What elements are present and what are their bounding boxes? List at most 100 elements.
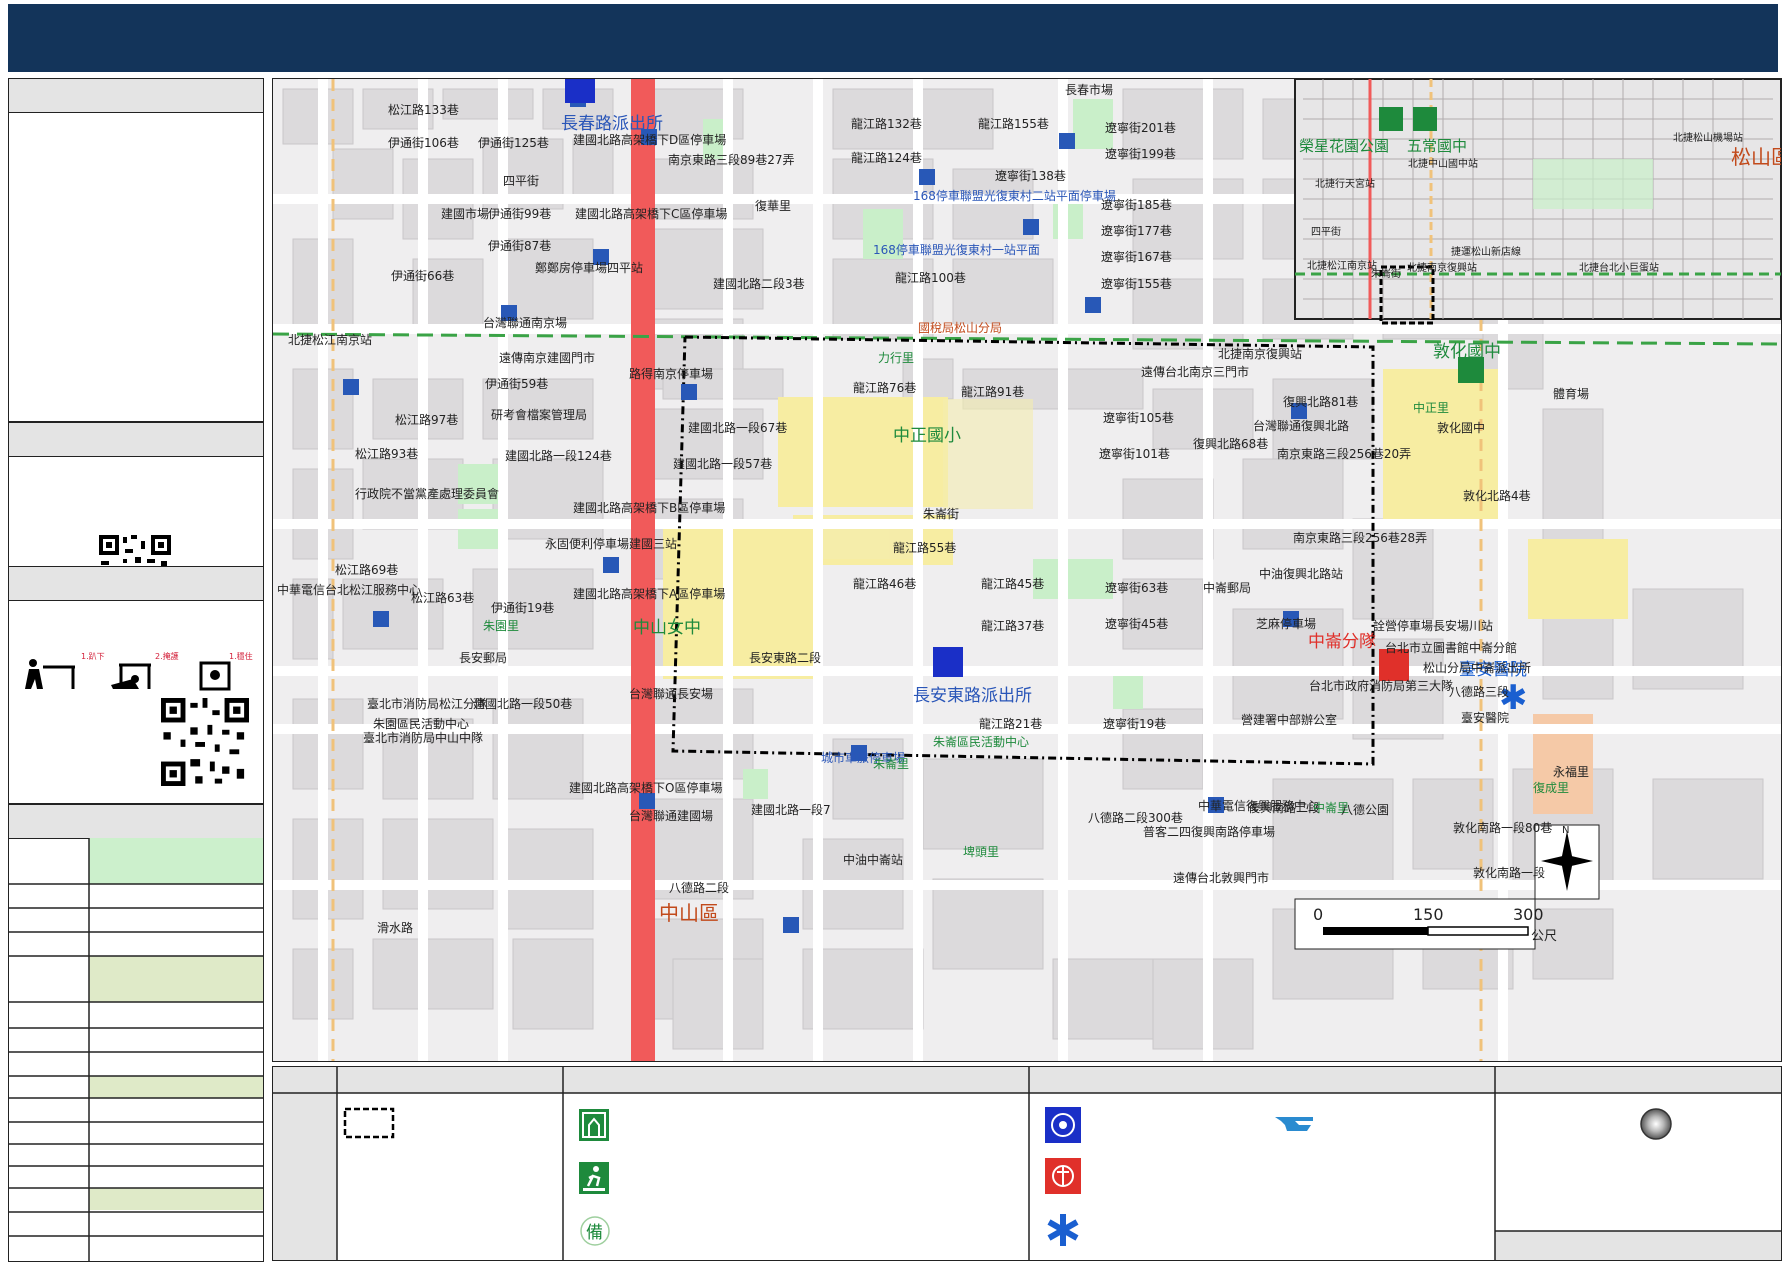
street-label: 朱崙街 [923, 507, 960, 521]
street-label: 朱園里 [483, 619, 520, 633]
street-label: 建國北路高架橋下D區停車場 [573, 133, 727, 147]
street-label: 建國市場 [441, 207, 490, 221]
info-panel [8, 78, 264, 422]
street-label: 復興北路68巷 [1193, 437, 1269, 451]
street-label: 中油中崙站 [843, 853, 904, 867]
street-label: 台灣聯通建國場 [629, 809, 714, 823]
street-label: 遼寧街63巷 [1105, 581, 1169, 595]
street-label: 八德公園 [1341, 803, 1390, 817]
helipad-icon [1275, 1117, 1313, 1131]
info-panel-title [9, 79, 263, 113]
street-label: 敦化南路一段80巷 [1453, 821, 1553, 835]
reserve-shelter-icon: 備 [580, 1216, 610, 1246]
scale-unit: 公尺 [1531, 929, 1558, 944]
inset-label-wuchang: 五常國中 [1407, 137, 1468, 155]
street-label: 建國北路一段57巷 [673, 457, 773, 471]
police-icon [1045, 1107, 1081, 1143]
street-label: 國稅局松山分局 [918, 321, 1003, 335]
street-label: 中崙郵局 [1203, 581, 1252, 595]
inset-label: 朱崙街 [1371, 269, 1401, 280]
street-label: 遠傳南京建國門市 [499, 351, 596, 365]
zhongzheng-elementary-label[interactable]: 中正國小 [893, 421, 961, 446]
street-label: 行政院不當黨產處理委員會 [355, 487, 500, 501]
map-canvas[interactable]: ✱ 中山區 松山區 長春路派出所 長安東路派出所 中正國小 中山女中 敦化國中 … [272, 78, 1782, 1062]
street-label: 敦化國中 [1437, 421, 1486, 435]
street-label: 台灣聯通長安場 [629, 687, 714, 701]
inset-label: 北捷松山機場站 [1673, 133, 1743, 144]
street-label: 中油復興北路站 [1259, 567, 1344, 581]
street-label: 遼寧街45巷 [1105, 617, 1169, 631]
inset-label: 北捷中山國中站 [1408, 159, 1478, 170]
street-label: 龍江路155巷 [978, 117, 1049, 131]
street-label: 龍江路100巷 [895, 271, 966, 285]
street-label: 龍江路124巷 [851, 151, 922, 165]
street-label: 復成里 [1533, 781, 1570, 795]
street-label: 南京東路三段256巷28弄 [1293, 531, 1428, 545]
district-label-zhongshan: 中山區 [659, 901, 719, 925]
qr-code-2[interactable] [161, 697, 249, 787]
street-label: 遼寧街105巷 [1103, 411, 1174, 425]
street-label: 長春市場 [1065, 83, 1114, 97]
legend-panel: 備 [272, 1066, 1782, 1261]
dunhua-junior-label[interactable]: 敦化國中 [1433, 337, 1501, 362]
street-label: 遼寧街19巷 [1103, 717, 1167, 731]
street-label: 建國北路高架橋下O區停車場 [569, 781, 723, 795]
street-label: 臺安醫院 [1461, 711, 1510, 725]
street-label: 台灣聯通復興北路 [1253, 419, 1350, 433]
street-label: 松江路69巷 [335, 563, 399, 577]
street-label: 伊通街125巷 [478, 136, 549, 150]
street-label: 伊通街87巷 [488, 239, 552, 253]
street-label: 建國北路一段50巷 [473, 697, 573, 711]
scale-tick-300: 300 [1513, 905, 1544, 924]
street-label: 台北市政府消防局第三大隊 [1309, 679, 1454, 693]
street-label: 永福里 [1553, 765, 1590, 779]
street-label: 遠傳台北敦興門市 [1173, 871, 1270, 885]
street-label: 松江路133巷 [388, 103, 459, 117]
street-label: 伊通街66巷 [391, 269, 455, 283]
street-label: 北捷南京復興站 [1218, 347, 1303, 361]
street-label: 遼寧街167巷 [1101, 250, 1172, 264]
svg-text:備: 備 [586, 1223, 603, 1243]
inset-district-songshan: 松山區 [1731, 145, 1781, 169]
street-label: 長安東路二段 [749, 651, 822, 665]
street-label: 松江路93巷 [355, 447, 419, 461]
inset-label: 北捷行天宮站 [1315, 179, 1375, 190]
street-label: 長安郵局 [459, 651, 508, 665]
street-label: 建國北路高架橋下B區停車場 [573, 501, 726, 515]
street-label: 臺北市消防局松江分隊 [367, 697, 488, 711]
compass-north: N [1562, 825, 1570, 836]
fire-station-icon [1045, 1158, 1081, 1194]
street-label: 遼寧街177巷 [1101, 224, 1172, 238]
street-label: 松山分局中崙派出所 [1423, 661, 1532, 675]
earthquake-panel-title [9, 567, 263, 601]
street-label: 龍江路45巷 [981, 577, 1045, 591]
street-label: 松江路97巷 [395, 413, 459, 427]
street-label: 建國北路高架橋下A區停車場 [573, 587, 726, 601]
street-label: 滑水路 [377, 921, 414, 935]
street-label: 龍江路21巷 [979, 717, 1043, 731]
street-label: 詮營停車場長安場川站 [1373, 619, 1494, 633]
street-label: 路得南京停車場 [629, 367, 714, 381]
street-label: 遼寧街201巷 [1105, 121, 1176, 135]
zhonglun-fire-label[interactable]: 中崙分隊 [1308, 627, 1376, 652]
street-label: 研考會檔案管理局 [491, 408, 588, 422]
street-label: 台灣聯通南京場 [483, 316, 568, 330]
street-label: 鄭鄭房停車場四平站 [535, 261, 644, 275]
street-label: 伊通街106巷 [388, 136, 459, 150]
street-label: 永固便利停車場建國三站 [545, 537, 678, 551]
street-label: 體育場 [1553, 387, 1590, 401]
contact-table-title [9, 805, 263, 839]
street-label: 南京東路三段89巷27弄 [668, 153, 795, 167]
running-person-icon [579, 1162, 609, 1194]
street-label: 敦化南路一段 [1473, 866, 1546, 880]
street-label: 遼寧街199巷 [1105, 147, 1176, 161]
changan-police-label[interactable]: 長安東路派出所 [913, 681, 1032, 706]
street-label: 伊通街59巷 [485, 377, 549, 391]
svg-text:1.趴下: 1.趴下 [81, 652, 105, 661]
map-base: ✱ [273, 79, 1781, 1061]
drop-cover-hold-icon: 1.趴下 2.掩護 1.穩住 [25, 651, 253, 691]
inset-label: 捷運松山新店線 [1451, 247, 1521, 258]
contact-table-panel [8, 804, 264, 1262]
inset-label: 北捷南京復興站 [1407, 263, 1477, 274]
zhongshan-girls-label[interactable]: 中山女中 [633, 613, 701, 638]
